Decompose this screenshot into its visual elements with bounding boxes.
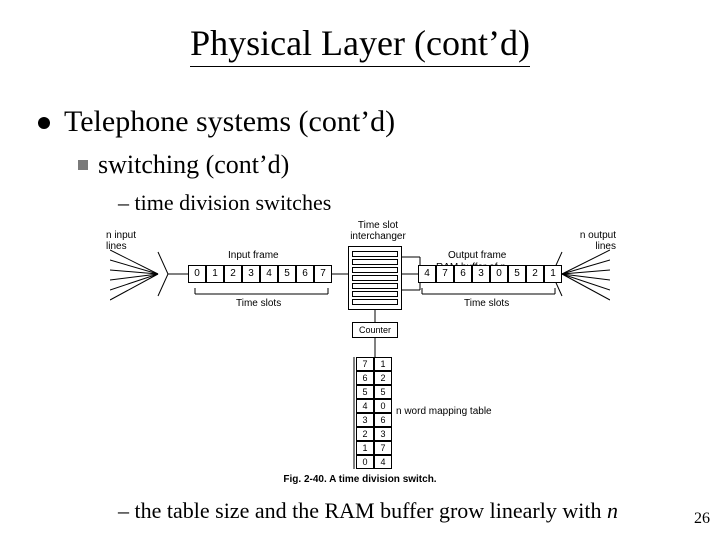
map-left-cell: 3 xyxy=(356,413,374,427)
tsi-slot xyxy=(352,267,398,273)
dash-prefix: – xyxy=(118,190,135,215)
map-left-cell: 5 xyxy=(356,385,374,399)
input-slot: 4 xyxy=(260,265,278,283)
slide: Physical Layer (cont’d) Telephone system… xyxy=(0,0,720,540)
counter-box: Counter xyxy=(352,322,398,338)
label-tsi: Time slot interchanger xyxy=(348,220,408,242)
map-left-cell: 7 xyxy=(356,357,374,371)
label-output-frame: Output frame xyxy=(448,250,506,261)
output-slot: 2 xyxy=(526,265,544,283)
tsi-box xyxy=(348,246,402,310)
slide-title: Physical Layer (cont’d) xyxy=(0,22,720,67)
bullet-level3b: – the table size and the RAM buffer grow… xyxy=(118,498,618,524)
bullet-level3a: – time division switches xyxy=(118,190,331,216)
label-n-output: n output lines xyxy=(570,230,616,252)
output-slot: 0 xyxy=(490,265,508,283)
output-slot: 6 xyxy=(454,265,472,283)
input-slot: 0 xyxy=(188,265,206,283)
bullet-level1-text: Telephone systems (cont’d) xyxy=(64,105,395,139)
tsi-slot xyxy=(352,291,398,297)
output-slot: 3 xyxy=(472,265,490,283)
label-time-slots-left: Time slots xyxy=(236,298,281,309)
figure-caption: Fig. 2-40. A time division switch. xyxy=(110,474,610,485)
map-left-cell: 6 xyxy=(356,371,374,385)
output-slot: 5 xyxy=(508,265,526,283)
label-input-frame: Input frame xyxy=(228,250,279,261)
tsi-slot xyxy=(352,283,398,289)
tsi-slot xyxy=(352,251,398,257)
map-right-cell: 2 xyxy=(374,371,392,385)
label-time-slots-right: Time slots xyxy=(464,298,509,309)
label-n-input: n input lines xyxy=(106,230,148,252)
bullet-level1: Telephone systems (cont’d) xyxy=(38,105,395,139)
output-slot: 4 xyxy=(418,265,436,283)
map-right-cell: 6 xyxy=(374,413,392,427)
map-right-cell: 5 xyxy=(374,385,392,399)
tsi-slot xyxy=(352,299,398,305)
input-slot: 2 xyxy=(224,265,242,283)
map-right-cell: 3 xyxy=(374,427,392,441)
input-slot: 5 xyxy=(278,265,296,283)
figure-tds: n input lines n output lines Input frame… xyxy=(110,222,610,487)
page-number: 26 xyxy=(694,510,710,528)
bullet-level2: switching (cont’d) xyxy=(78,150,289,180)
input-slot: 6 xyxy=(296,265,314,283)
bullet-level3b-text: the table size and the RAM buffer grow l… xyxy=(135,498,607,523)
map-left-cell: 4 xyxy=(356,399,374,413)
bullet-level3b-italic: n xyxy=(607,498,618,523)
square-icon xyxy=(78,160,88,170)
bullet-level3a-text: time division switches xyxy=(135,190,332,215)
map-right-cell: 4 xyxy=(374,455,392,469)
output-slot: 7 xyxy=(436,265,454,283)
map-left-cell: 1 xyxy=(356,441,374,455)
label-mapping: n word mapping table xyxy=(396,406,492,417)
figure-caption-text: Fig. 2-40. A time division switch. xyxy=(283,474,436,485)
disc-icon xyxy=(38,117,50,129)
input-slot: 7 xyxy=(314,265,332,283)
map-right-cell: 7 xyxy=(374,441,392,455)
bullet-level2-text: switching (cont’d) xyxy=(98,150,289,180)
map-right-cell: 0 xyxy=(374,399,392,413)
dash-prefix-b: – xyxy=(118,498,135,523)
input-slot: 3 xyxy=(242,265,260,283)
output-slot: 1 xyxy=(544,265,562,283)
tsi-slot xyxy=(352,275,398,281)
map-left-cell: 0 xyxy=(356,455,374,469)
counter-label: Counter xyxy=(359,325,391,335)
map-right-cell: 1 xyxy=(374,357,392,371)
input-slot: 1 xyxy=(206,265,224,283)
map-left-cell: 2 xyxy=(356,427,374,441)
slide-title-text: Physical Layer (cont’d) xyxy=(190,22,530,67)
tsi-slot xyxy=(352,259,398,265)
